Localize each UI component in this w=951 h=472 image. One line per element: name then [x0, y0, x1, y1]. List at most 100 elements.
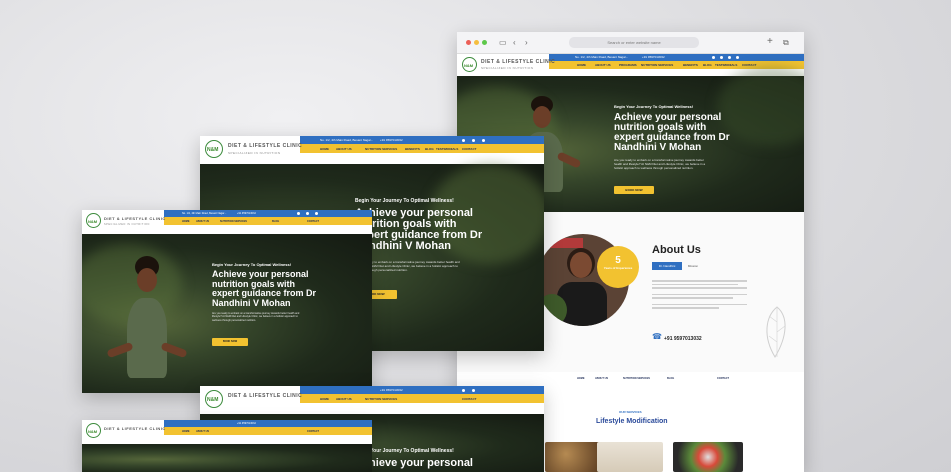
nav-contact[interactable]: CONTACT [742, 63, 756, 67]
nav-home[interactable]: HOME [577, 63, 586, 67]
tabs-overview-icon[interactable]: ⧉ [783, 39, 789, 47]
about-phone[interactable]: +91 9597013032 [664, 336, 702, 342]
book-now-button[interactable]: BOOK NOW [212, 338, 248, 346]
youtube-icon[interactable] [482, 138, 485, 142]
footer-nav-about[interactable]: ABOUT US [595, 377, 608, 380]
logo-title: DIET & LIFESTYLE CLINIC [104, 216, 166, 221]
nav-services[interactable]: NUTRITION SERVICES [365, 397, 397, 401]
footer-nav-home[interactable]: HOME [577, 377, 585, 380]
phone-text[interactable]: +91 9597013032 [237, 422, 256, 425]
nav-blog[interactable]: BLOG [272, 220, 279, 223]
logo-mark-text: N&M [88, 429, 98, 434]
site-logo[interactable]: N&M DIET & LIFESTYLE CLINIC SPECIALIZED … [457, 54, 555, 76]
address-text: No. 1/2, 4th Main Road, Besant Nagar... [182, 211, 227, 215]
nav-home[interactable]: HOME [182, 220, 190, 223]
youtube-icon[interactable] [315, 212, 318, 215]
facebook-icon[interactable] [462, 388, 465, 392]
phone-text[interactable]: +91 9597013032 [642, 55, 665, 59]
new-tab-icon[interactable]: + [767, 37, 773, 47]
lifestyle-title: Lifestyle Modification [596, 418, 668, 425]
nav-about[interactable]: ABOUT US [196, 430, 209, 433]
nav-blog[interactable]: BLOG [425, 147, 434, 151]
phone-text[interactable]: +91 9597013032 [380, 138, 403, 142]
instagram-icon[interactable] [472, 138, 475, 142]
facebook-icon[interactable] [712, 56, 715, 59]
nav-home[interactable]: HOME [320, 147, 329, 151]
footer-nav-contact[interactable]: CONTACT [717, 377, 729, 380]
footer-nav: HOME ABOUT US NUTRITION SERVICES BLOG CO… [457, 374, 804, 384]
phone-text[interactable]: +91 9597013032 [237, 212, 256, 215]
maximize-window-button[interactable] [482, 40, 487, 45]
nav-services[interactable]: NUTRITION SERVICES [220, 220, 247, 223]
book-now-button[interactable]: BOOK NOW [614, 186, 654, 194]
hero-section: Begin Your Journey To Optimal Wellness! … [82, 234, 372, 393]
logo-subtitle: SPECIALIZED IN NUTRITION [481, 66, 534, 70]
nav-contact[interactable]: CONTACT [462, 397, 476, 401]
nav-services[interactable]: NUTRITION SERVICES [365, 147, 397, 151]
nav-contact[interactable]: CONTACT [307, 220, 319, 223]
browser-toolbar: ▭ ‹ › Search or enter website name + ⧉ [457, 32, 804, 54]
experience-badge: 5 Years of Experience [597, 246, 639, 288]
logo-subtitle: SPECIALIZED IN NUTRITION [228, 151, 281, 155]
salad-thumbnail-image[interactable] [673, 442, 743, 472]
nav-programs[interactable]: PROGRAMS [619, 63, 637, 67]
site-logo[interactable]: N&M DIET & LIFESTYLE CLINIC SPECIALIZED … [200, 136, 303, 164]
footer-nav-blog[interactable]: BLOG [667, 377, 674, 380]
meditating-woman-image [106, 256, 188, 393]
nav-about[interactable]: ABOUT US [336, 397, 352, 401]
nav-benefits[interactable]: BENEFITS [405, 147, 420, 151]
hero-kicker: Begin Your Journey To Optimal Wellness! [614, 104, 694, 109]
tab-doctor[interactable]: Dr. Nandhini [652, 262, 682, 270]
logo-mark-text: N&M [88, 219, 98, 224]
hero-headline: Achieve your personal nutrition goals wi… [212, 269, 317, 308]
nav-blog[interactable]: BLOG [703, 63, 712, 67]
close-window-button[interactable] [466, 40, 471, 45]
instagram-icon[interactable] [306, 212, 309, 215]
address-bar[interactable]: Search or enter website name [569, 37, 699, 48]
stones-thumbnail-image[interactable] [597, 442, 663, 472]
site-logo[interactable]: N&M DIET & LIFESTYLE CLINIC SPECIALIZED … [82, 210, 166, 234]
site-logo[interactable]: N&M DIET & LIFESTYLE CLINIC [200, 386, 303, 414]
instagram-icon[interactable] [728, 56, 731, 59]
logo-title: DIET & LIFESTYLE CLINIC [104, 426, 166, 431]
nav-services[interactable]: NUTRITION SERVICES [641, 63, 673, 67]
nav-home[interactable]: HOME [182, 430, 190, 433]
footer-nav-services[interactable]: NUTRITION SERVICES [623, 377, 650, 380]
lifestyle-kicker: OUR SERVICES [619, 410, 642, 414]
twitter-icon[interactable] [720, 56, 723, 59]
nav-contact[interactable]: CONTACT [462, 147, 476, 151]
hero-headline: Achieve your personal nutrition goals wi… [355, 207, 483, 252]
youtube-icon[interactable] [736, 56, 739, 59]
address-text: No. 1/2, 4th Main Road, Besant Nagar... [575, 55, 629, 59]
minimize-window-button[interactable] [474, 40, 479, 45]
tab-mission[interactable]: Mission [683, 262, 703, 270]
hero-kicker: Begin Your Journey To Optimal Wellness! [212, 262, 292, 267]
facebook-icon[interactable] [297, 212, 300, 215]
address-text: No. 1/2, 4th Main Road, Besant Nagar... [320, 138, 374, 142]
forward-icon[interactable]: › [525, 39, 528, 47]
about-title: About Us [652, 244, 701, 256]
nav-about[interactable]: ABOUT US [595, 63, 611, 67]
logo-title: DIET & LIFESTYLE CLINIC [228, 393, 303, 399]
phone-text[interactable]: +91 9597013032 [380, 388, 403, 392]
nav-home[interactable]: HOME [320, 397, 329, 401]
nav-benefits[interactable]: BENEFITS [683, 63, 698, 67]
phone-icon: ☎ [652, 332, 662, 341]
hero-body: Are you ready to embark on a transformat… [212, 312, 300, 322]
nav-about[interactable]: ABOUT US [196, 220, 209, 223]
logo-title: DIET & LIFESTYLE CLINIC [228, 143, 303, 149]
back-icon[interactable]: ‹ [513, 39, 516, 47]
sidebar-icon[interactable]: ▭ [499, 39, 507, 47]
site-logo[interactable]: N&M DIET & LIFESTYLE CLINIC [82, 420, 166, 444]
instagram-icon[interactable] [472, 388, 475, 392]
nav-testimonials[interactable]: TESTIMONIALS [715, 63, 737, 67]
hero-body: Are you ready to embark on a transformat… [614, 158, 706, 171]
logo-mark-text: N&M [207, 147, 219, 153]
nav-testimonials[interactable]: TESTIMONIALS [436, 147, 458, 151]
logo-subtitle: SPECIALIZED IN NUTRITION [104, 223, 150, 226]
hero-kicker: Begin Your Journey To Optimal Wellness! [355, 198, 454, 204]
nav-contact[interactable]: CONTACT [307, 430, 319, 433]
nav-about[interactable]: ABOUT US [336, 147, 352, 151]
facebook-icon[interactable] [462, 138, 465, 142]
about-text-lines [652, 278, 747, 311]
